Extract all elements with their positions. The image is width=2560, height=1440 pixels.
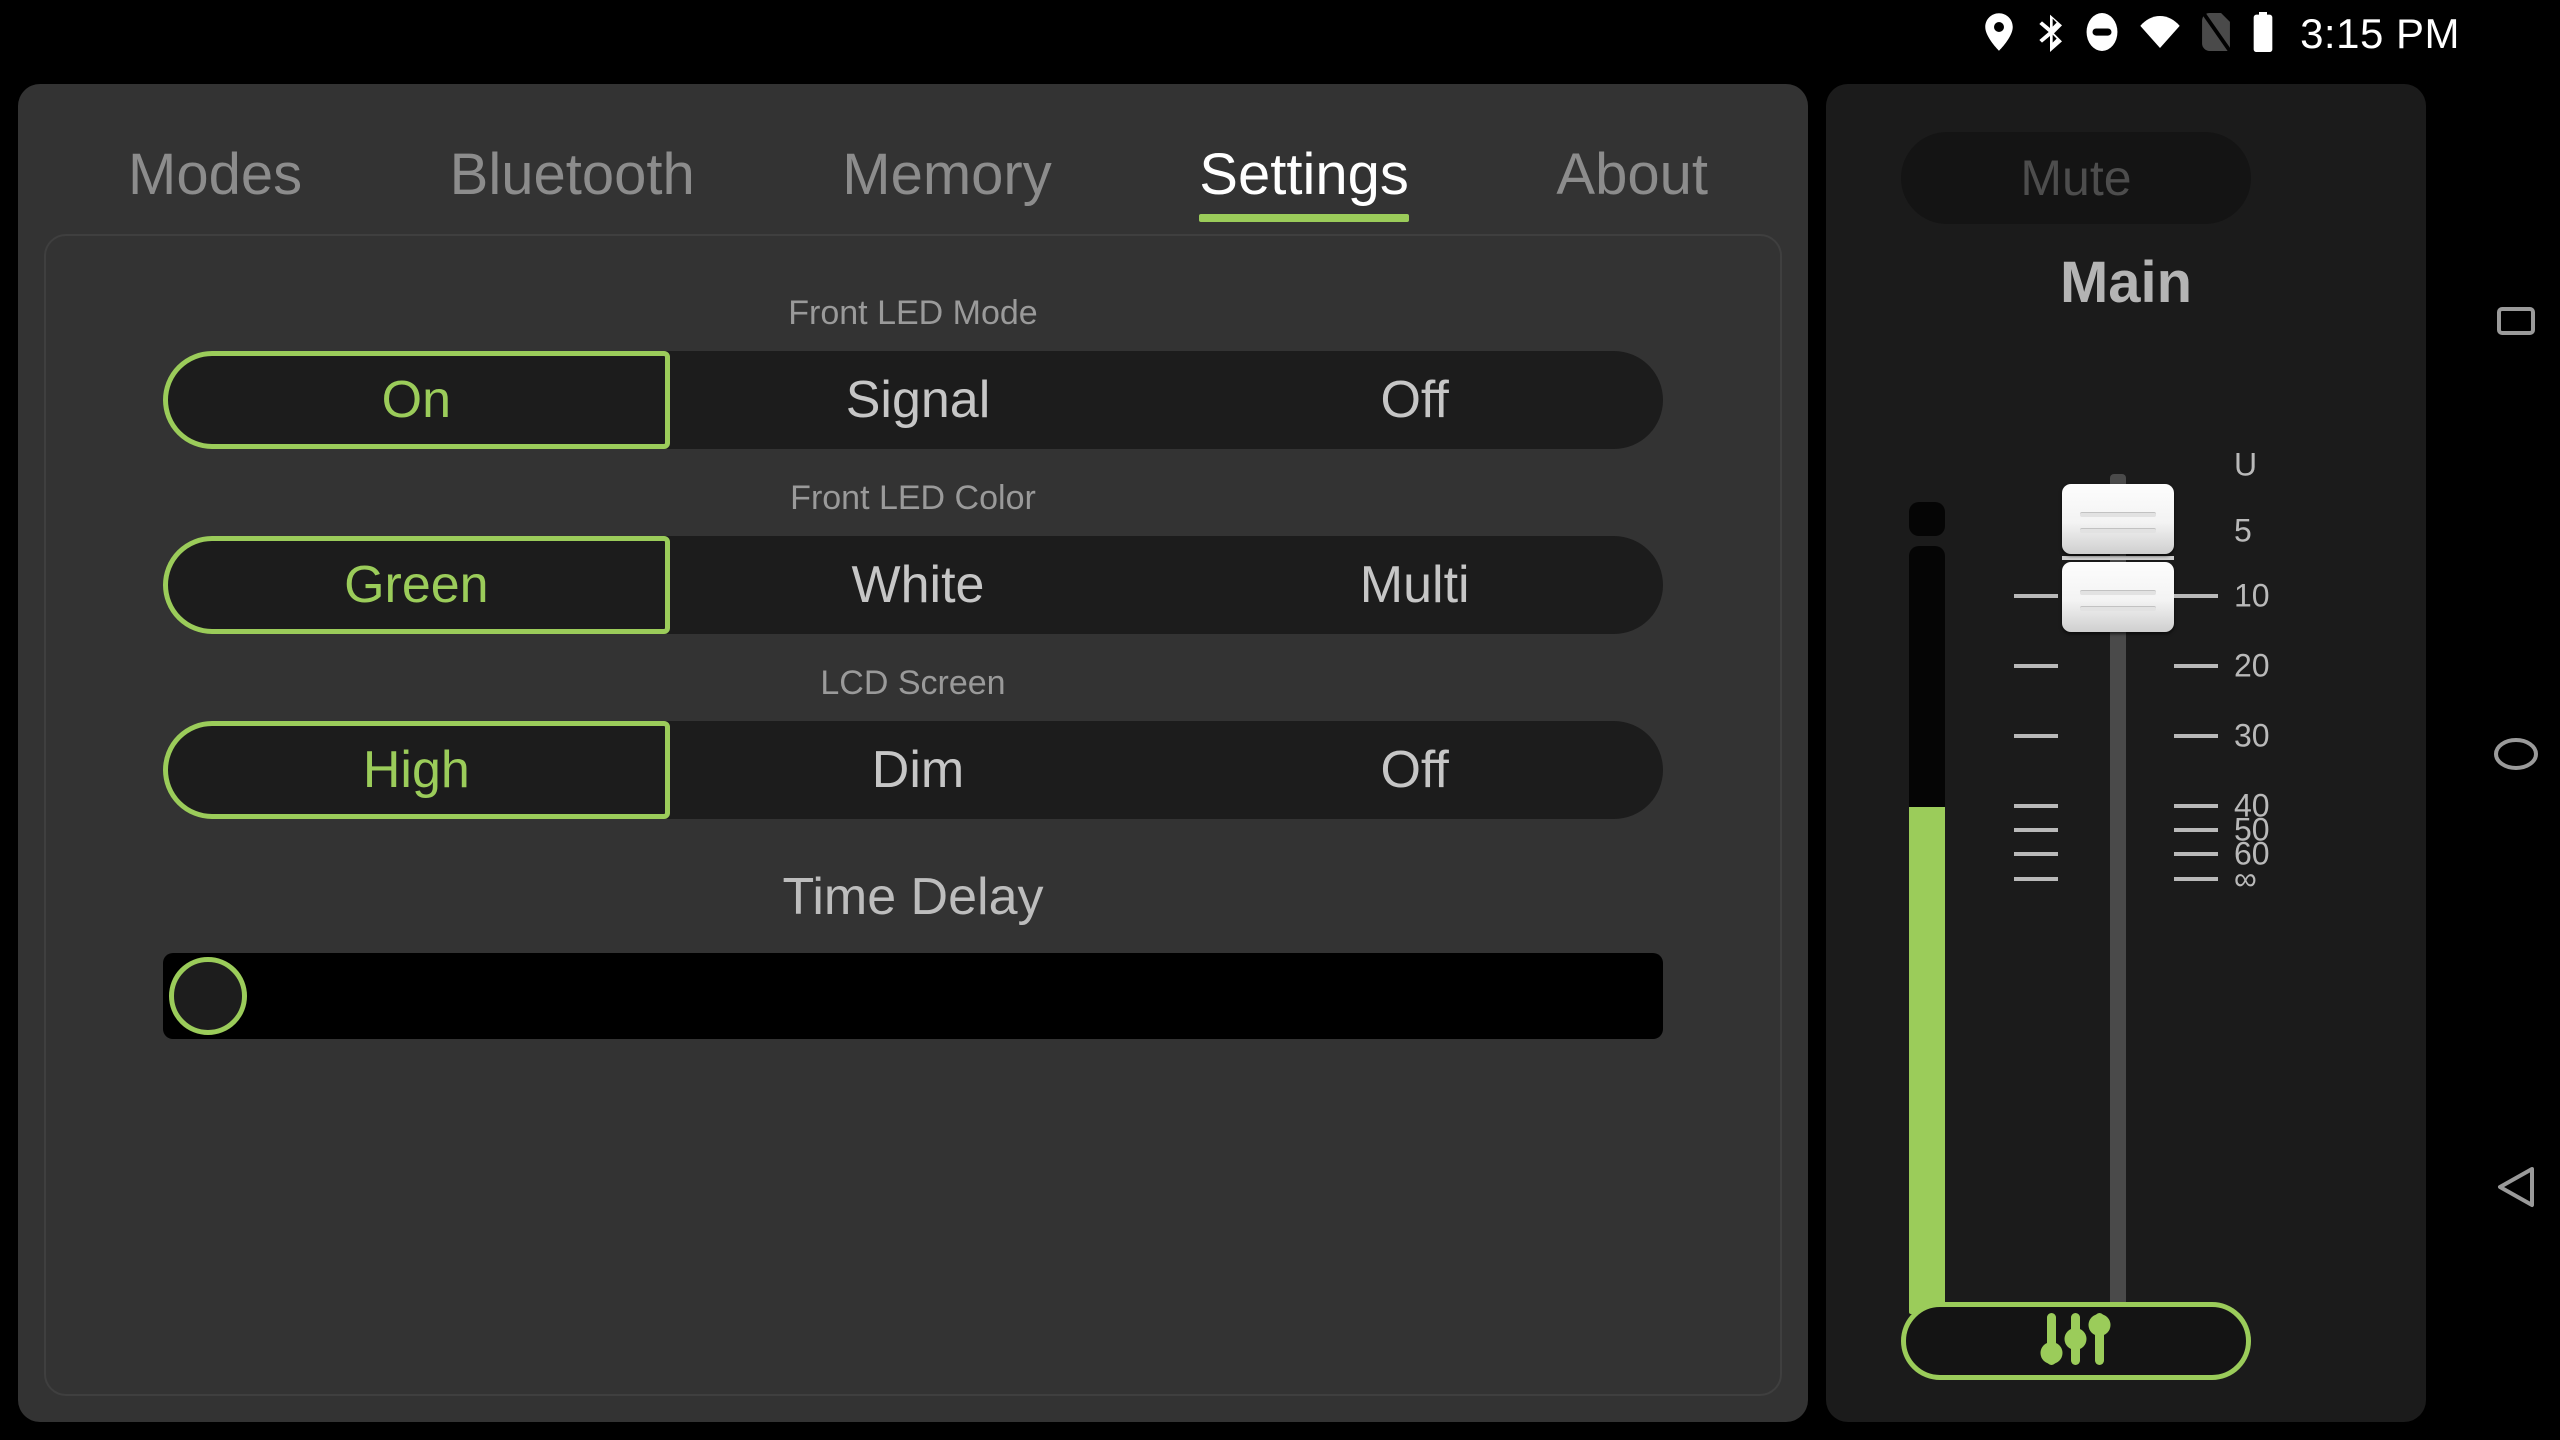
mute-button[interactable]: Mute <box>1901 132 2251 224</box>
fader-scale-tick-right <box>2174 852 2218 856</box>
tab-memory[interactable]: Memory <box>842 146 1051 222</box>
mute-button-label: Mute <box>2020 150 2132 206</box>
fader-scale-tick-left <box>2014 594 2058 598</box>
front-led-color-segmented-control: Green White Multi <box>163 536 1663 634</box>
fader-scale-tick-left <box>2014 664 2058 668</box>
status-bar-clock: 3:15 PM <box>2300 10 2460 57</box>
front-led-color-option-multi[interactable]: Multi <box>1166 536 1663 634</box>
tab-bluetooth[interactable]: Bluetooth <box>450 146 695 222</box>
status-bar-icons <box>1984 11 2274 57</box>
fader-scale-label: 30 <box>2234 717 2270 754</box>
fader-scale-tick-left <box>2014 877 2058 881</box>
tab-modes-label: Modes <box>128 142 303 207</box>
fader-knob-grip-line <box>2080 590 2156 595</box>
back-triangle-icon[interactable] <box>2493 1164 2539 1210</box>
lcd-screen-label: LCD Screen <box>820 664 1006 702</box>
tab-about[interactable]: About <box>1556 146 1708 222</box>
tab-about-label: About <box>1556 142 1708 207</box>
no-sim-icon <box>2201 11 2232 56</box>
status-bar: 3:15 PM <box>0 0 2560 68</box>
time-delay-slider-thumb[interactable] <box>169 957 247 1035</box>
tab-bluetooth-label: Bluetooth <box>449 142 695 207</box>
lcd-screen-option-off[interactable]: Off <box>1166 721 1663 819</box>
fader-scale-label: 20 <box>2234 647 2270 684</box>
front-led-mode-segmented-control: On Signal Off <box>163 351 1663 449</box>
fader-knob-grip-line <box>2080 512 2156 517</box>
level-meter-fill <box>1909 807 1945 1314</box>
fader-scale-tick-right <box>2174 804 2218 808</box>
front-led-mode-option-signal[interactable]: Signal <box>670 351 1167 449</box>
lcd-screen-option-dim[interactable]: Dim <box>670 721 1167 819</box>
lcd-screen-segmented-control: High Dim Off <box>163 721 1663 819</box>
fader-scale-label: 10 <box>2234 577 2270 614</box>
android-nav-bar <box>2472 68 2560 1440</box>
recents-square-icon[interactable] <box>2493 298 2539 344</box>
tab-memory-label: Memory <box>842 142 1052 207</box>
battery-icon <box>2252 11 2274 57</box>
front-led-mode-option-on[interactable]: On <box>163 351 670 449</box>
time-delay-slider[interactable] <box>163 953 1663 1039</box>
settings-panel: Modes Bluetooth Memory Settings About Fr… <box>18 84 1808 1422</box>
settings-card: Front LED Mode On Signal Off Front LED C… <box>44 234 1782 1396</box>
tab-settings[interactable]: Settings <box>1199 146 1409 222</box>
fader-scale-tick-left <box>2014 804 2058 808</box>
wifi-icon <box>2140 15 2180 53</box>
time-delay-label: Time Delay <box>782 868 1044 926</box>
fader-scale-label: 40 <box>2234 787 2270 824</box>
fader-scale-label: ∞ <box>2234 860 2257 897</box>
mixer-panel: Mute Main U 5 10 20 30 40 50 60 ∞ <box>1826 84 2426 1422</box>
front-led-color-option-green[interactable]: Green <box>163 536 670 634</box>
fader-knob[interactable] <box>2062 484 2174 632</box>
bluetooth-icon <box>2036 11 2064 57</box>
front-led-mode-label: Front LED Mode <box>788 294 1038 332</box>
fader-knob-cap-top <box>2062 484 2174 554</box>
meter-clip-indicator <box>1909 502 1945 536</box>
fader-scale-tick-left <box>2014 852 2058 856</box>
fader-scale-label: 50 <box>2234 811 2270 848</box>
fader-scale-tick-left <box>2014 828 2058 832</box>
do-not-disturb-icon <box>2086 12 2118 56</box>
lcd-screen-option-high[interactable]: High <box>163 721 670 819</box>
fader-scale-label: U <box>2234 446 2258 483</box>
fader-scale-tick-right <box>2174 734 2218 738</box>
location-pin-icon <box>1984 12 2014 56</box>
fader-knob-grip-line <box>2080 528 2156 533</box>
fader-scale-label: 5 <box>2234 512 2252 549</box>
level-meter <box>1909 546 1945 1314</box>
fader-scale-label: 60 <box>2234 835 2270 872</box>
fader-scale-tick-left <box>2014 734 2058 738</box>
tab-settings-label: Settings <box>1199 142 1409 207</box>
fader-knob-grip-line <box>2080 606 2156 611</box>
front-led-mode-option-off[interactable]: Off <box>1166 351 1663 449</box>
tab-bar: Modes Bluetooth Memory Settings About <box>18 84 1808 222</box>
fader-scale-tick-right <box>2174 877 2218 881</box>
eq-sliders-button[interactable] <box>1901 1302 2251 1380</box>
home-circle-icon[interactable] <box>2493 731 2539 777</box>
channel-name-label: Main <box>2059 250 2193 315</box>
front-led-color-option-white[interactable]: White <box>670 536 1167 634</box>
fader-knob-cap-bottom <box>2062 562 2174 632</box>
app-container: Modes Bluetooth Memory Settings About Fr… <box>0 68 2472 1440</box>
fader-scale-tick-right <box>2174 664 2218 668</box>
tab-modes[interactable]: Modes <box>128 146 302 222</box>
sliders-icon <box>2033 1309 2119 1374</box>
fader-scale-tick-right <box>2174 594 2218 598</box>
front-led-color-label: Front LED Color <box>790 479 1036 517</box>
fader-scale-tick-right <box>2174 828 2218 832</box>
